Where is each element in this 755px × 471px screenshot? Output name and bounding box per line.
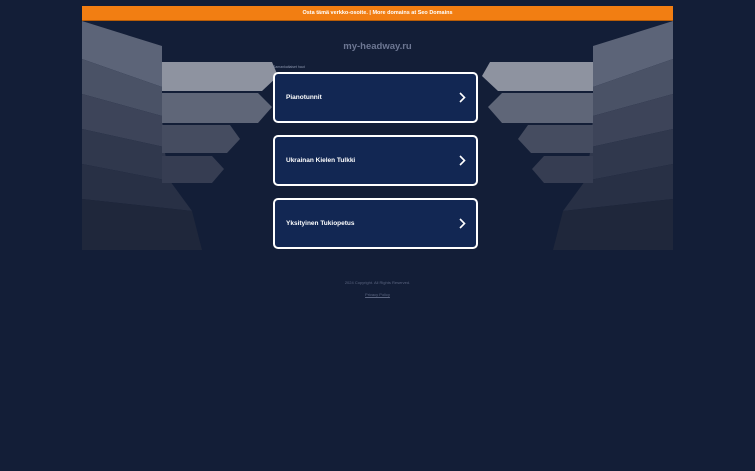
domain-name-title: my-headway.ru <box>343 41 412 52</box>
privacy-policy-row: Privacy Policy <box>0 292 755 297</box>
related-link-label: Yksityinen Tukiopetus <box>286 220 355 227</box>
related-link-2[interactable]: Ukrainan Kielen Tulkki <box>273 135 478 186</box>
privacy-policy-link[interactable]: Privacy Policy <box>365 292 390 297</box>
related-link-3[interactable]: Yksityinen Tukiopetus <box>273 198 478 249</box>
related-link-1[interactable]: Pianotunnit <box>273 72 478 123</box>
domain-sale-banner: Osta tämä verkko-osoite. | More domains … <box>82 6 673 21</box>
related-link-label: Ukrainan Kielen Tulkki <box>286 157 356 164</box>
related-searches-label: Samankaltaiset haut <box>273 65 305 69</box>
buy-domain-link[interactable]: Osta tämä verkko-osoite. <box>302 10 367 16</box>
chevron-right-icon <box>459 218 466 229</box>
chevron-right-icon <box>459 92 466 103</box>
more-domains-link[interactable]: More domains at Seo Domains <box>372 10 452 16</box>
related-link-label: Pianotunnit <box>286 94 322 101</box>
chevron-right-icon <box>459 155 466 166</box>
copyright-text: 2024 Copyright. All Rights Reserved. <box>344 280 411 285</box>
